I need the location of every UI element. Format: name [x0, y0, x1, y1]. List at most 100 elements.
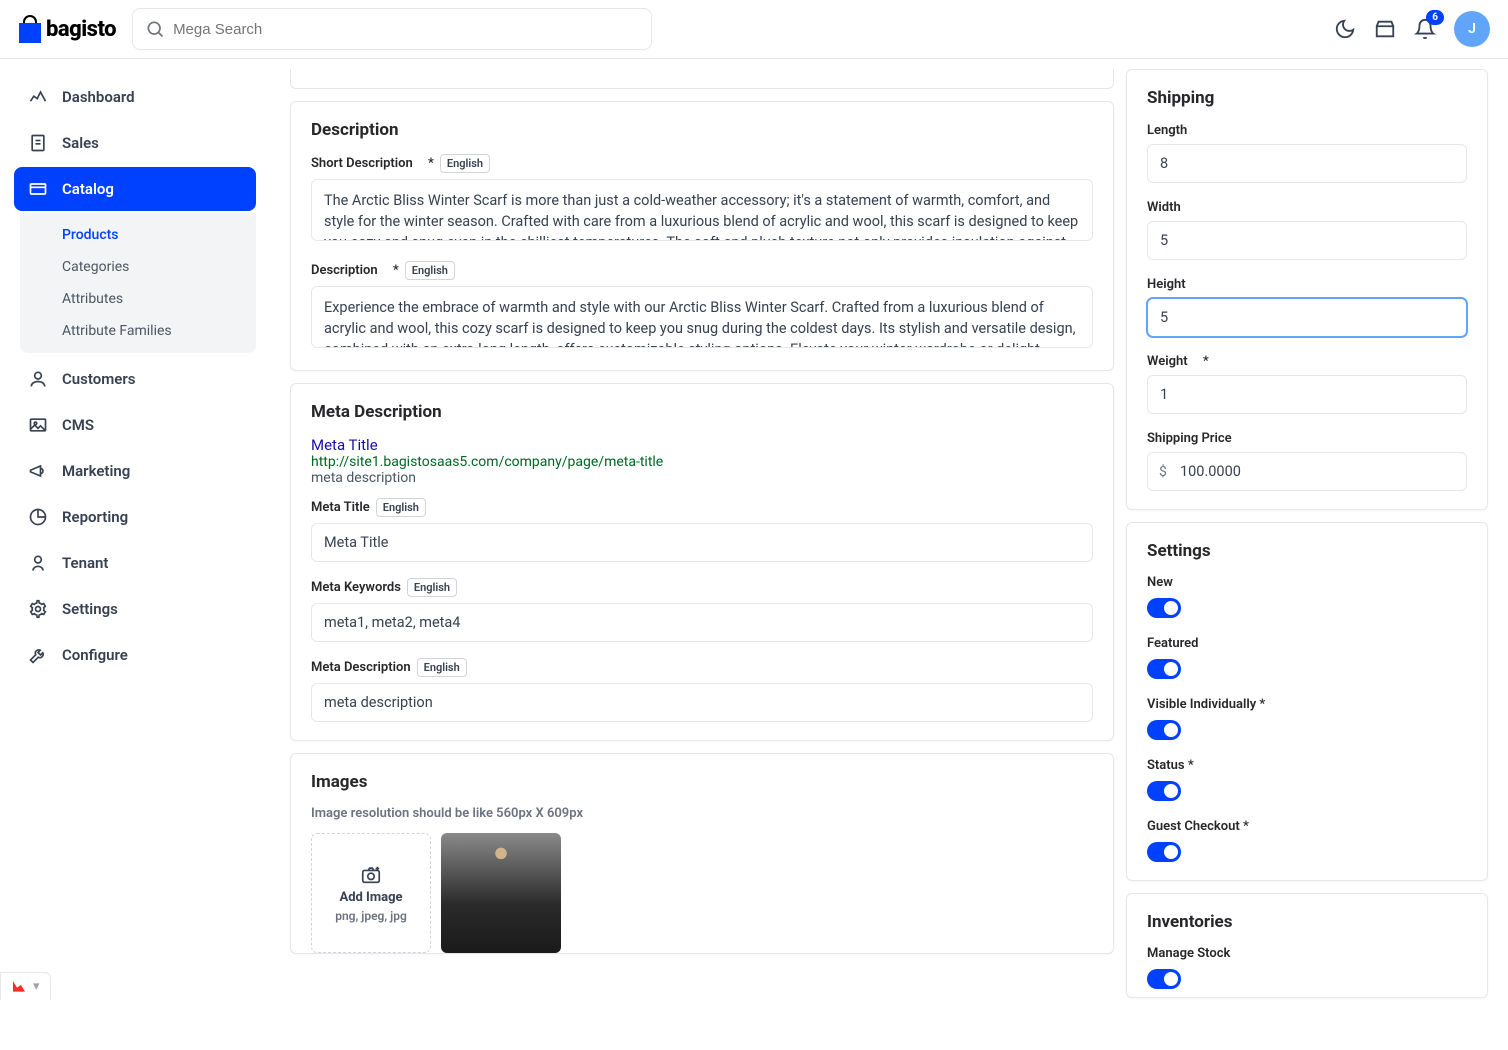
dashboard-icon — [28, 87, 48, 107]
notification-badge: 6 — [1426, 10, 1444, 25]
camera-plus-icon — [358, 864, 384, 886]
card-title: Images — [311, 772, 1093, 792]
sidebar-item-sales[interactable]: Sales — [14, 121, 256, 165]
width-label: Width — [1147, 200, 1181, 215]
meta-card: Meta Description Meta Title http://site1… — [290, 383, 1114, 741]
status-label: Status * — [1147, 758, 1467, 773]
sidebar-item-label: CMS — [62, 416, 94, 434]
visible-label: Visible Individually * — [1147, 697, 1467, 712]
brand-logo[interactable]: bagisto — [18, 15, 116, 43]
search-icon — [145, 19, 165, 39]
add-image-label: Add Image — [339, 890, 402, 905]
sidebar-item-reporting[interactable]: Reporting — [14, 495, 256, 539]
store-icon[interactable] — [1374, 18, 1396, 40]
new-toggle[interactable] — [1147, 598, 1181, 618]
wrench-icon — [28, 645, 48, 665]
description-card: Description Short Description * English … — [290, 101, 1114, 371]
card-title: Meta Description — [311, 402, 1093, 422]
currency-symbol: $ — [1159, 464, 1167, 480]
status-toggle[interactable] — [1147, 781, 1181, 801]
featured-label: Featured — [1147, 636, 1467, 651]
short-desc-label: Short Description * English — [311, 154, 490, 173]
sidebar-item-label: Configure — [62, 646, 128, 664]
sidebar-item-label: Marketing — [62, 462, 130, 480]
dark-mode-icon[interactable] — [1334, 18, 1356, 40]
user-icon — [28, 553, 48, 573]
images-hint: Image resolution should be like 560px X … — [311, 806, 1093, 821]
shipping-card: Shipping Length Width Height Weight * — [1126, 69, 1488, 510]
subnav-categories[interactable]: Categories — [20, 251, 256, 283]
length-label: Length — [1147, 123, 1187, 138]
card-title: Inventories — [1147, 912, 1467, 932]
meta-keywords-input[interactable] — [311, 603, 1093, 642]
sidebar-item-settings[interactable]: Settings — [14, 587, 256, 631]
laravel-debugbar[interactable]: ▾ — [0, 972, 51, 1000]
card-title: Description — [311, 120, 1093, 140]
person-icon — [28, 369, 48, 389]
bag-icon — [18, 15, 42, 43]
inventories-card: Inventories Manage Stock — [1126, 893, 1488, 998]
manage-stock-toggle[interactable] — [1147, 969, 1181, 989]
sidebar-item-tenant[interactable]: Tenant — [14, 541, 256, 585]
meta-preview-desc: meta description — [311, 470, 1093, 486]
sidebar-item-catalog[interactable]: Catalog — [14, 167, 256, 211]
meta-preview-url: http://site1.bagistosaas5.com/company/pa… — [311, 454, 1093, 470]
image-formats: png, jpeg, jpg — [335, 909, 407, 923]
sidebar-item-cms[interactable]: CMS — [14, 403, 256, 447]
meta-title-input[interactable] — [311, 523, 1093, 562]
height-input[interactable] — [1147, 298, 1467, 337]
catalog-subnav: Products Categories Attributes Attribute… — [20, 213, 256, 353]
sidebar-item-configure[interactable]: Configure — [14, 633, 256, 677]
product-image-thumb[interactable] — [441, 833, 561, 953]
sidebar-item-label: Reporting — [62, 508, 128, 526]
width-input[interactable] — [1147, 221, 1467, 260]
sidebar-item-label: Tenant — [62, 554, 108, 572]
short-desc-input[interactable]: The Arctic Bliss Winter Scarf is more th… — [311, 179, 1093, 241]
desc-input[interactable]: Experience the embrace of warmth and sty… — [311, 286, 1093, 348]
desc-label: Description * English — [311, 261, 455, 280]
locale-tag: English — [417, 658, 467, 677]
length-input[interactable] — [1147, 144, 1467, 183]
images-card: Images Image resolution should be like 5… — [290, 753, 1114, 954]
subnav-attributes[interactable]: Attributes — [20, 283, 256, 315]
mega-search[interactable] — [132, 8, 652, 50]
sidebar-item-dashboard[interactable]: Dashboard — [14, 75, 256, 119]
add-image-button[interactable]: Add Image png, jpeg, jpg — [311, 833, 431, 953]
sidebar-item-customers[interactable]: Customers — [14, 357, 256, 401]
weight-input[interactable] — [1147, 375, 1467, 414]
locale-tag: English — [405, 261, 455, 280]
subnav-products[interactable]: Products — [20, 219, 256, 251]
sidebar-item-marketing[interactable]: Marketing — [14, 449, 256, 493]
bell-icon[interactable]: 6 — [1414, 18, 1436, 40]
guest-toggle[interactable] — [1147, 842, 1181, 862]
laravel-icon — [11, 979, 27, 995]
avatar[interactable]: J — [1454, 11, 1490, 47]
shipping-price-label: Shipping Price — [1147, 431, 1232, 446]
subnav-attr-families[interactable]: Attribute Families — [20, 315, 256, 347]
shipping-price-input[interactable] — [1147, 452, 1467, 491]
sidebar-item-label: Catalog — [62, 180, 114, 198]
meta-keywords-label: Meta Keywords English — [311, 578, 457, 597]
new-label: New — [1147, 575, 1467, 590]
image-icon — [28, 415, 48, 435]
meta-desc-input[interactable] — [311, 683, 1093, 722]
featured-toggle[interactable] — [1147, 659, 1181, 679]
previous-card-stub — [290, 69, 1114, 89]
card-title: Shipping — [1147, 88, 1467, 108]
sidebar-item-label: Sales — [62, 134, 99, 152]
meta-preview-title: Meta Title — [311, 436, 1093, 454]
brand-text: bagisto — [46, 17, 116, 42]
locale-tag: English — [440, 154, 490, 173]
settings-card: Settings New Featured Visible Individual… — [1126, 522, 1488, 881]
sidebar: Dashboard Sales Catalog Products Categor… — [0, 59, 270, 1000]
visible-toggle[interactable] — [1147, 720, 1181, 740]
sidebar-item-label: Settings — [62, 600, 118, 618]
meta-preview: Meta Title http://site1.bagistosaas5.com… — [311, 436, 1093, 486]
gear-icon — [28, 599, 48, 619]
main-content: Description Short Description * English … — [270, 59, 1508, 1050]
search-input[interactable] — [173, 21, 639, 38]
height-label: Height — [1147, 277, 1186, 292]
catalog-icon — [28, 179, 48, 199]
document-icon — [28, 133, 48, 153]
locale-tag: English — [407, 578, 457, 597]
